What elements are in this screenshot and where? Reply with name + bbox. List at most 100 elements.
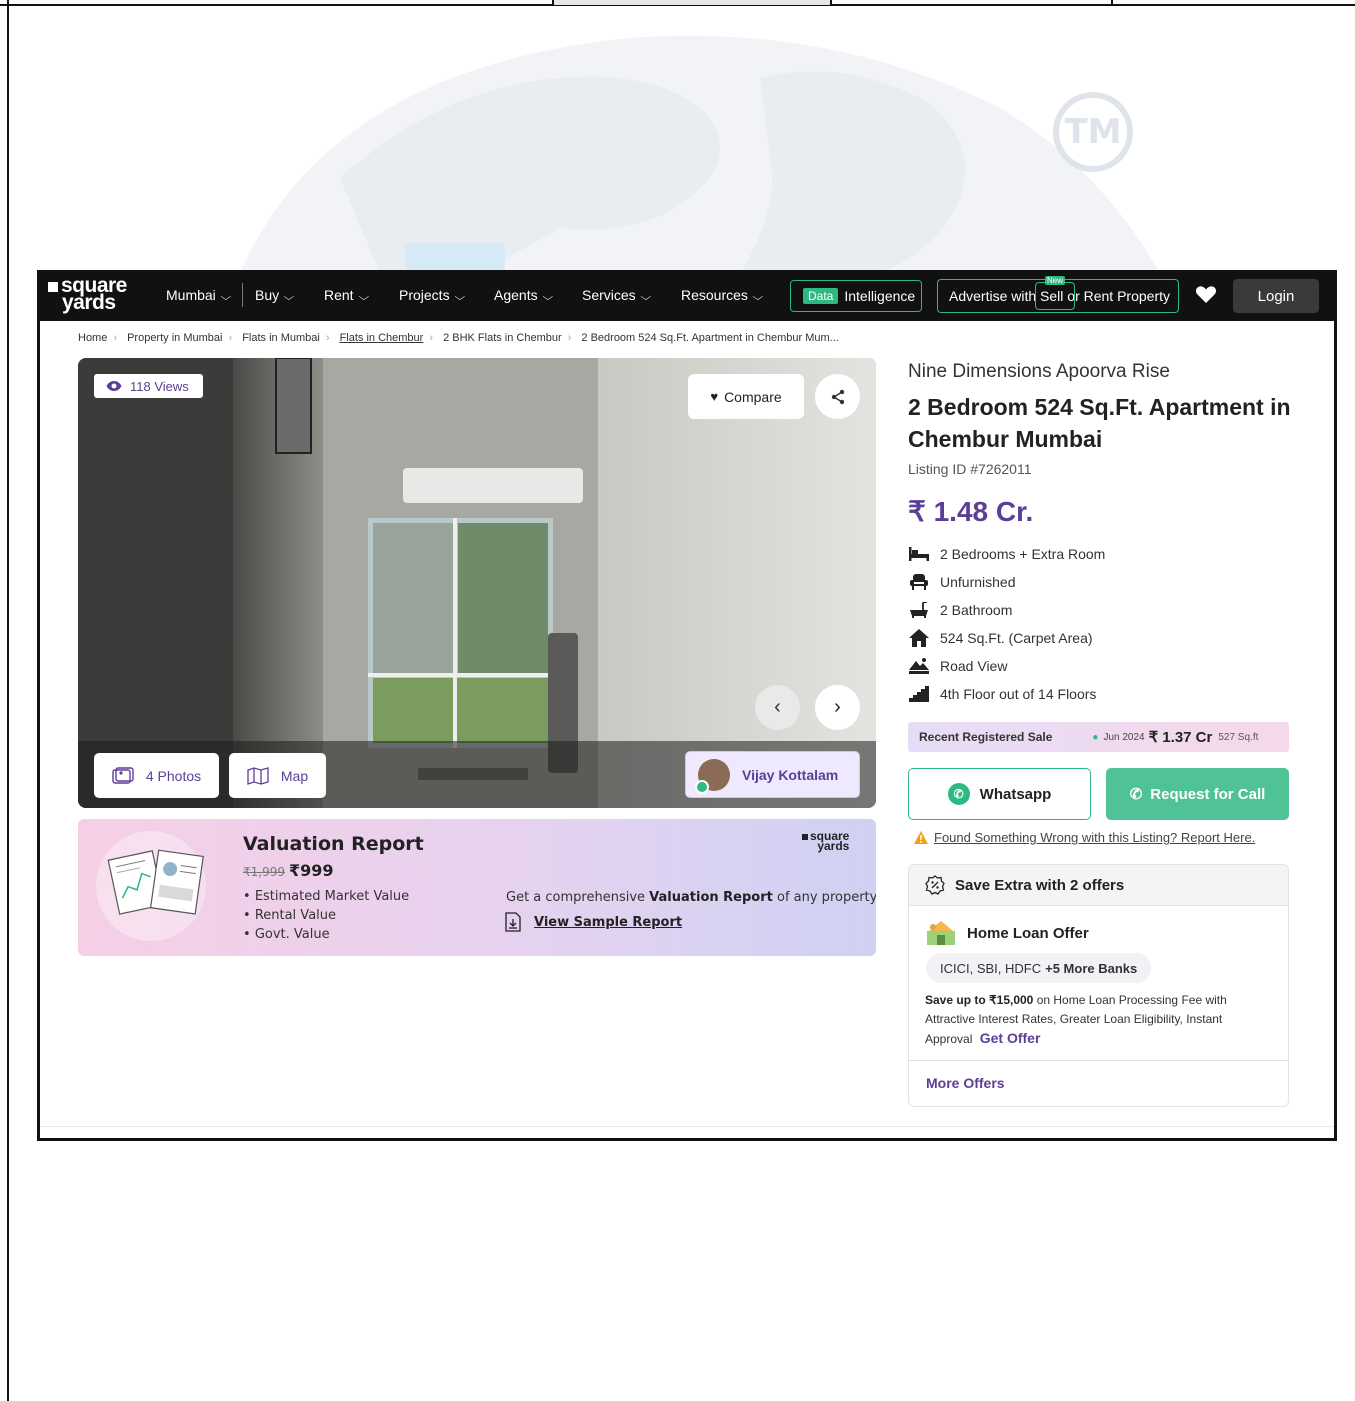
prev-photo-button[interactable]: ‹ — [755, 685, 800, 730]
photos-label: 4 Photos — [145, 767, 202, 784]
eye-icon — [106, 381, 122, 391]
nav-item-rent[interactable]: Rent ⌵ — [324, 287, 369, 303]
data-tag: Data — [803, 288, 839, 304]
chevron-down-icon: ⌵ — [640, 292, 651, 303]
squareyards-logo[interactable]: square yards — [48, 275, 127, 313]
discount-badge-icon — [925, 875, 945, 895]
valuation-point: Rental Value — [243, 906, 409, 925]
trademark-watermark: TM — [1053, 92, 1133, 172]
heart-icon: ♥ — [710, 389, 719, 404]
advertise-sell-button[interactable]: Advertise with Sell or Rent Property New — [937, 276, 1179, 313]
breadcrumb-chevron-icon: › — [228, 332, 233, 344]
bathtub-icon — [908, 601, 930, 619]
city-selector[interactable]: Mumbai ⌵ — [166, 287, 231, 303]
map-button[interactable]: Map — [229, 753, 326, 798]
nav-item-agents[interactable]: Agents ⌵ — [494, 287, 553, 303]
views-count: 118 Views — [130, 378, 189, 394]
share-button[interactable] — [815, 374, 860, 419]
listing-id: Listing ID #7262011 — [908, 461, 1032, 477]
left-frame — [7, 0, 9, 1401]
agent-button[interactable]: Vijay Kottalam — [685, 751, 860, 798]
breadcrumb-current: 2 Bedroom 524 Sq.Ft. Apartment in Chembu… — [581, 332, 839, 344]
photo-gallery[interactable]: 118 Views ♥ Compare ‹ › 4 Photos Map Vij… — [78, 358, 876, 808]
top-frame-shade — [552, 0, 832, 5]
chevron-down-icon: ⌵ — [283, 292, 295, 303]
nav-item-buy[interactable]: Buy ⌵ — [255, 287, 295, 303]
offers-header: Save Extra with 2 offers — [909, 865, 1288, 906]
breadcrumb-chevron-icon: › — [113, 332, 118, 344]
feature-area: 524 Sq.Ft. (Carpet Area) — [908, 624, 1105, 652]
recent-sale-label: Recent Registered Sale — [919, 730, 1053, 744]
feature-bathroom: 2 Bathroom — [908, 596, 1105, 624]
bed-icon — [908, 545, 930, 563]
more-offers-link[interactable]: More Offers — [926, 1075, 1005, 1091]
logo-square-icon — [802, 834, 808, 840]
login-button[interactable]: Login — [1233, 279, 1319, 313]
nav-item-projects[interactable]: Projects ⌵ — [399, 287, 465, 303]
top-frame-divider — [1111, 0, 1113, 6]
view-sample-report-link[interactable]: View Sample Report — [504, 912, 682, 932]
stairs-icon — [908, 685, 930, 703]
banks-chip[interactable]: ICICI, SBI, HDFC +5 More Banks — [926, 953, 1152, 983]
recent-registered-sale[interactable]: Recent Registered Sale ● Jun 2024 ₹ 1.37… — [908, 722, 1289, 752]
valuation-points: Estimated Market Value Rental Value Govt… — [243, 887, 409, 944]
banks-list: ICICI, SBI, HDFC — [940, 960, 1042, 976]
listing-price: ₹ 1.48 Cr. — [908, 496, 1034, 527]
get-offer-link[interactable]: Get Offer — [980, 1030, 1041, 1046]
valuation-title: Valuation Report — [243, 833, 424, 855]
loan-savings: Save up to ₹15,000 — [925, 993, 1034, 1007]
new-badge: New — [1045, 276, 1066, 285]
nav-item-resources[interactable]: Resources ⌵ — [681, 287, 763, 303]
breadcrumb-2bhk-chembur[interactable]: 2 BHK Flats in Chembur — [443, 332, 562, 344]
advertise-label: Advertise with — [949, 288, 1037, 304]
feature-floor: 4th Floor out of 14 Floors — [908, 680, 1105, 708]
next-photo-button[interactable]: › — [815, 685, 860, 730]
whatsapp-small-icon — [695, 779, 709, 794]
warning-icon — [914, 831, 928, 844]
chevron-down-icon: ⌵ — [542, 292, 553, 303]
request-call-label: Request for Call — [1150, 785, 1266, 803]
home-loan-offer-label: Home Loan Offer — [967, 924, 1089, 942]
wishlist-heart-icon[interactable] — [1194, 282, 1218, 306]
valuation-report-banner[interactable]: Valuation Report ₹1,999 ₹999 Estimated Ma… — [78, 819, 876, 956]
request-call-button[interactable]: ✆ Request for Call — [1106, 768, 1289, 820]
chevron-down-icon: ⌵ — [220, 292, 231, 303]
listing-title: 2 Bedroom 524 Sq.Ft. Apartment in Chembu… — [908, 394, 1291, 452]
recent-sale-area: 527 Sq.ft — [1218, 731, 1259, 743]
feature-bedrooms: 2 Bedrooms + Extra Room — [908, 540, 1105, 568]
map-icon — [247, 766, 269, 785]
download-doc-icon — [505, 912, 521, 932]
valuation-description: Get a comprehensive Valuation Report of … — [506, 890, 876, 905]
whatsapp-label: Whatsapp — [979, 785, 1052, 803]
breadcrumb-chevron-icon: › — [429, 332, 433, 344]
feature-text: 524 Sq.Ft. (Carpet Area) — [940, 630, 1093, 646]
data-intelligence-button[interactable]: Data Intelligence — [790, 280, 922, 312]
breadcrumb-home[interactable]: Home — [78, 332, 107, 344]
feature-view: Road View — [908, 652, 1105, 680]
report-listing-link[interactable]: Found Something Wrong with this Listing?… — [914, 830, 1255, 845]
valuation-point: Estimated Market Value — [243, 887, 409, 906]
breadcrumb-flats-mumbai[interactable]: Flats in Mumbai — [242, 332, 320, 344]
valuation-new-price: ₹999 — [289, 861, 334, 880]
green-dot-icon: ● — [1092, 731, 1099, 743]
view-sample-report-label: View Sample Report — [534, 914, 683, 930]
valuation-logo: square yards — [802, 830, 849, 852]
nav-item-services[interactable]: Services ⌵ — [582, 287, 651, 303]
breadcrumb-flats-chembur[interactable]: Flats in Chembur — [340, 332, 424, 344]
project-name[interactable]: Nine Dimensions Apoorva Rise — [908, 361, 1170, 383]
breadcrumb: Home › Property in Mumbai › Flats in Mumba… — [78, 332, 845, 344]
offers-card: Save Extra with 2 offers Home Loan Offer… — [908, 864, 1289, 1107]
breadcrumb-property-mumbai[interactable]: Property in Mumbai — [127, 332, 222, 344]
photos-button[interactable]: 4 Photos — [94, 753, 219, 798]
home-loan-icon — [927, 921, 955, 945]
feature-text: Unfurnished — [940, 574, 1016, 590]
valuation-point: Govt. Value — [243, 925, 409, 944]
home-icon — [908, 629, 930, 647]
breadcrumb-chevron-icon: › — [325, 332, 330, 344]
whatsapp-button[interactable]: ✆ Whatsapp — [908, 768, 1091, 820]
compare-button[interactable]: ♥ Compare — [688, 374, 804, 419]
new-badge-box: New — [1035, 276, 1075, 310]
feature-furnishing: Unfurnished — [908, 568, 1105, 596]
valuation-desc-pre: Get a comprehensive — [506, 890, 650, 905]
report-documents-icon — [107, 849, 204, 915]
